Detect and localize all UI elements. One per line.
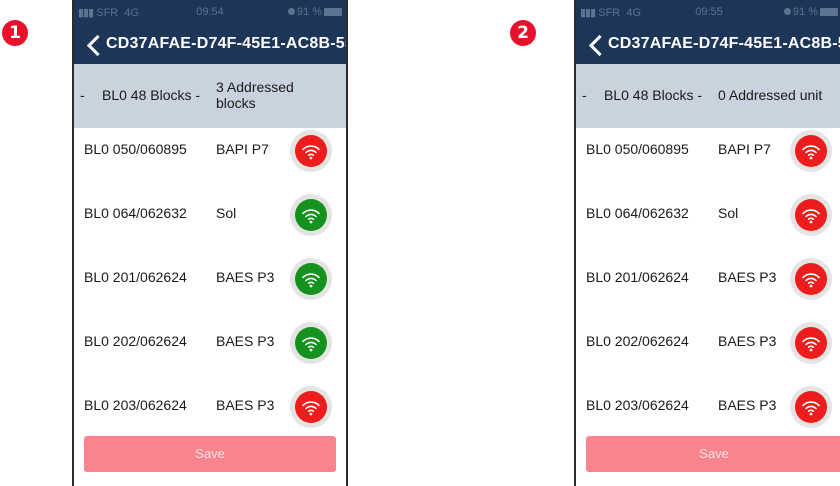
top-bar: ▮▮▮ SFR 4G 09:55 91 % CD37AFAE-D74F-45E1…	[576, 0, 840, 64]
block-location: BAES P3	[216, 269, 275, 285]
battery-percent: 91 %	[792, 6, 818, 18]
addressed-count: 3 Addressed blocks	[216, 79, 294, 111]
collapse-indicator: -	[582, 87, 587, 103]
wifi-signal-icon	[302, 401, 320, 416]
phone-screen-1: ▮▮▮ SFR 4G 09:54 91 % CD37AFAE-D74F-45E1…	[72, 0, 348, 486]
block-location: BAES P3	[216, 397, 275, 413]
list-item[interactable]: BL0 064/062632 Sol	[576, 184, 840, 244]
list-item[interactable]: BL0 202/062624 BAES P3	[576, 312, 840, 372]
page-title: CD37AFAE-D74F-45E1-AC8B-55...	[608, 35, 840, 52]
wifi-signal-icon	[302, 337, 320, 352]
status-button-green[interactable]	[290, 322, 332, 364]
chevron-left-icon[interactable]	[84, 34, 102, 58]
collapse-indicator: -	[80, 87, 85, 103]
wifi-signal-icon	[802, 209, 820, 224]
status-indicator	[295, 199, 327, 231]
battery-icon	[324, 8, 342, 16]
status-indicator	[795, 199, 827, 231]
status-indicator	[795, 327, 827, 359]
list-item[interactable]: BL0 201/062624 BAES P3	[74, 248, 346, 308]
list-item[interactable]: BL0 203/062624 BAES P3	[74, 376, 346, 436]
status-indicator	[795, 391, 827, 423]
page-title: CD37AFAE-D74F-45E1-AC8B-55...	[106, 35, 346, 52]
addressed-count: 0 Addressed unit	[718, 87, 823, 103]
block-location: BAPI P7	[718, 141, 771, 157]
status-button-red[interactable]	[790, 386, 832, 428]
phone-screen-2: ▮▮▮ SFR 4G 09:55 91 % CD37AFAE-D74F-45E1…	[574, 0, 840, 486]
block-location: BAES P3	[718, 397, 777, 413]
status-indicator	[295, 263, 327, 295]
wifi-signal-icon	[302, 209, 320, 224]
group-header[interactable]: - BL0 48 Blocks - 0 Addressed unit	[576, 64, 840, 128]
nav-bar: CD37AFAE-D74F-45E1-AC8B-55...	[74, 28, 346, 64]
block-id: BL0 201/062624	[84, 269, 187, 285]
block-id: BL0 203/062624	[586, 397, 689, 413]
list-item[interactable]: BL0 202/062624 BAES P3	[74, 312, 346, 372]
group-header[interactable]: - BL0 48 Blocks - 3 Addressed blocks	[74, 64, 346, 128]
status-indicator	[295, 135, 327, 167]
block-id: BL0 202/062624	[84, 333, 187, 349]
status-button-red[interactable]	[790, 194, 832, 236]
status-button-red[interactable]	[290, 130, 332, 172]
block-location: BAES P3	[718, 269, 777, 285]
battery-icon	[820, 8, 838, 16]
block-id: BL0 050/060895	[586, 141, 689, 157]
save-button[interactable]: Save	[84, 436, 336, 472]
list-item[interactable]: BL0 064/062632 Sol	[74, 184, 346, 244]
group-name: BL0 48 Blocks -	[604, 87, 703, 103]
status-button-red[interactable]	[790, 130, 832, 172]
status-button-red[interactable]	[790, 258, 832, 300]
block-location: BAES P3	[216, 333, 275, 349]
block-id: BL0 064/062632	[84, 205, 187, 221]
alarm-icon	[287, 8, 295, 15]
save-button[interactable]: Save	[586, 436, 840, 472]
block-id: BL0 064/062632	[586, 205, 689, 221]
group-name: BL0 48 Blocks -	[102, 87, 201, 103]
block-location: BAES P3	[718, 333, 777, 349]
nav-bar: CD37AFAE-D74F-45E1-AC8B-55...	[576, 28, 840, 64]
block-id: BL0 203/062624	[84, 397, 187, 413]
status-button-green[interactable]	[290, 194, 332, 236]
status-button-red[interactable]	[290, 386, 332, 428]
status-indicator	[795, 263, 827, 295]
wifi-signal-icon	[802, 401, 820, 416]
block-location: Sol	[216, 205, 237, 221]
wifi-signal-icon	[302, 145, 320, 160]
block-id: BL0 050/060895	[84, 141, 187, 157]
status-indicator	[795, 135, 827, 167]
list-item[interactable]: BL0 203/062624 BAES P3	[576, 376, 840, 436]
list-item[interactable]: BL0 050/060895 BAPI P7	[74, 120, 346, 180]
step-badge-1: 1	[2, 20, 28, 46]
status-indicator	[295, 327, 327, 359]
status-indicator	[295, 391, 327, 423]
wifi-signal-icon	[802, 145, 820, 160]
step-badge-2: 2	[510, 20, 536, 46]
block-location: Sol	[718, 205, 739, 221]
status-bar: ▮▮▮ SFR 4G 09:54 91 %	[74, 0, 346, 24]
alarm-icon	[783, 8, 791, 15]
wifi-signal-icon	[302, 273, 320, 288]
wifi-signal-icon	[802, 337, 820, 352]
top-bar: ▮▮▮ SFR 4G 09:54 91 % CD37AFAE-D74F-45E1…	[74, 0, 346, 64]
status-bar: ▮▮▮ SFR 4G 09:55 91 %	[576, 0, 840, 24]
chevron-left-icon[interactable]	[586, 34, 604, 58]
battery-percent: 91 %	[296, 6, 322, 18]
list-item[interactable]: BL0 050/060895 BAPI P7	[576, 120, 840, 180]
wifi-signal-icon	[802, 273, 820, 288]
block-id: BL0 201/062624	[586, 269, 689, 285]
list-item[interactable]: BL0 201/062624 BAES P3	[576, 248, 840, 308]
block-location: BAPI P7	[216, 141, 269, 157]
status-button-green[interactable]	[290, 258, 332, 300]
status-button-red[interactable]	[790, 322, 832, 364]
block-id: BL0 202/062624	[586, 333, 689, 349]
